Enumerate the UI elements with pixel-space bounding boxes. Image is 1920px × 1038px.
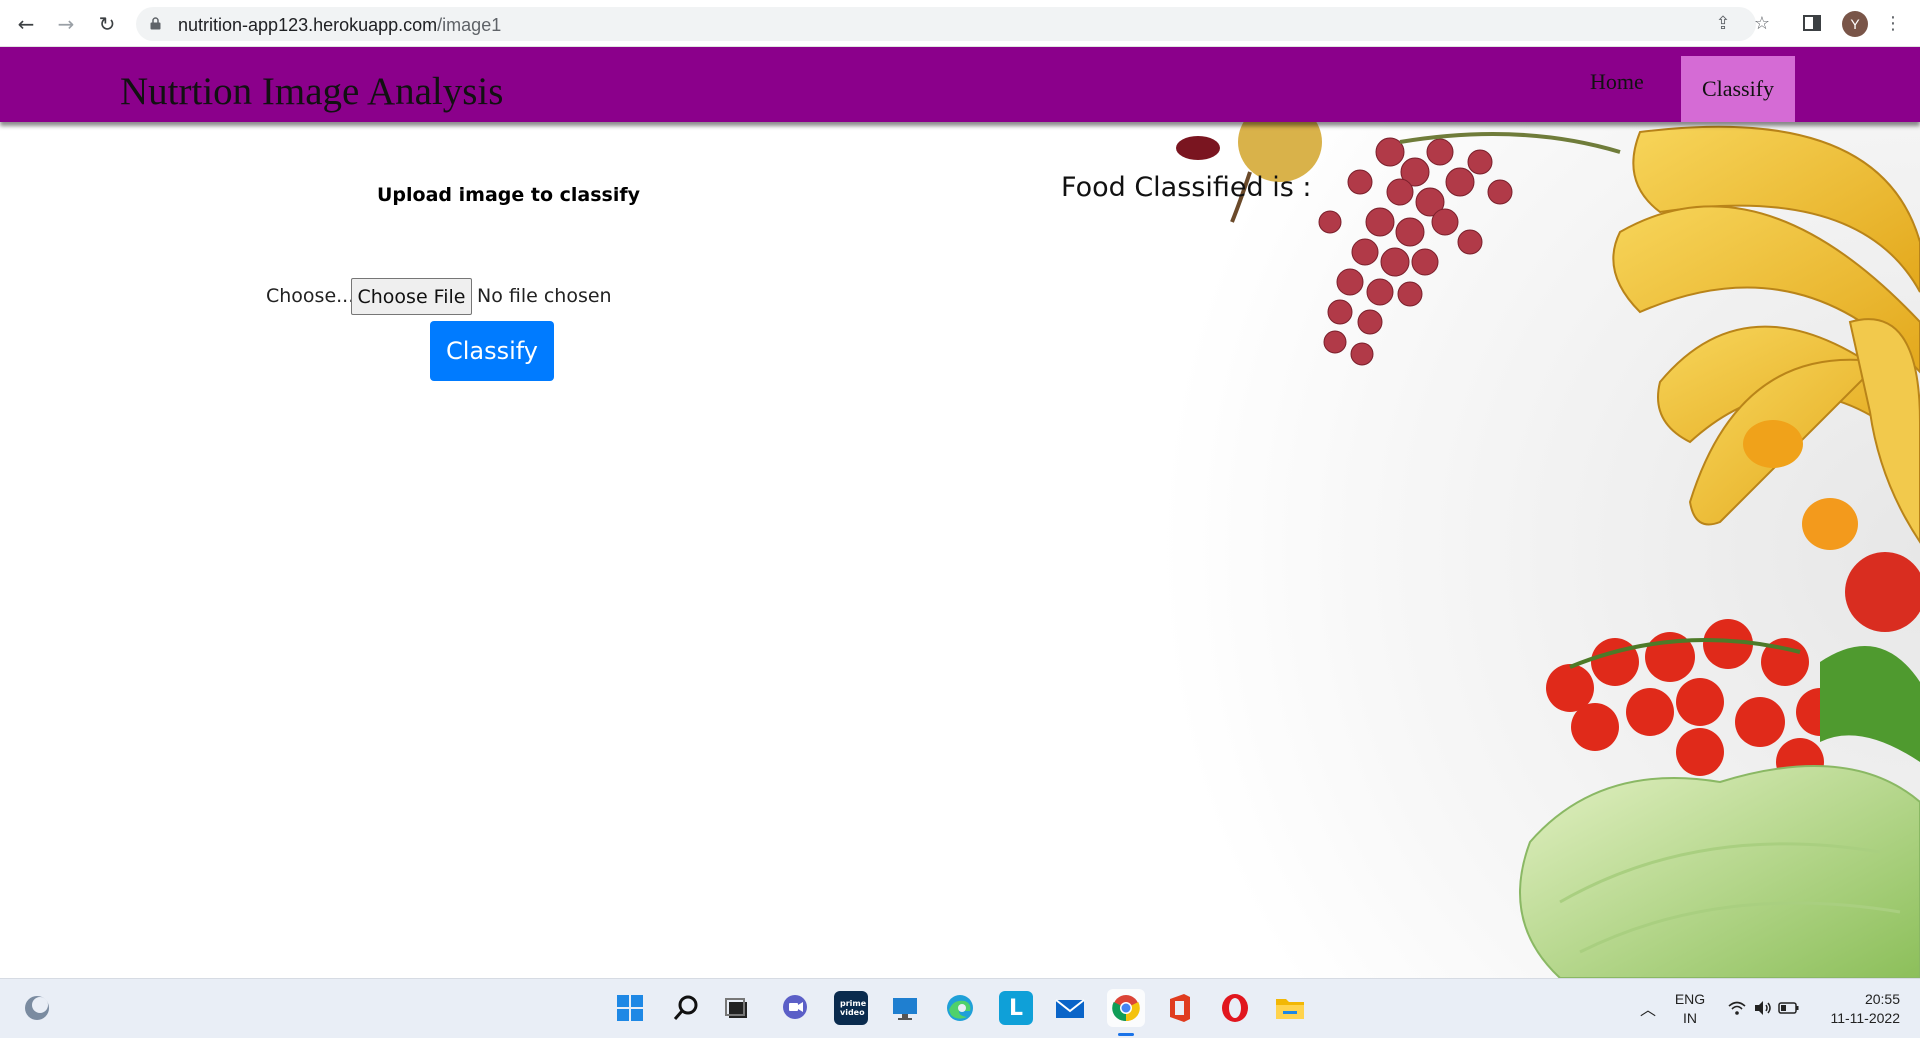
opera-icon[interactable]	[1218, 991, 1252, 1025]
clock[interactable]: 20:55 11-11-2022	[1820, 991, 1900, 1026]
main-content: Upload image to classify Choose... Choos…	[0, 122, 1920, 978]
nav-link-home[interactable]: Home	[1590, 69, 1644, 95]
remote-desktop-icon[interactable]	[888, 991, 922, 1025]
windows-taskbar: prime video L ︿ ENG IN 20:55 11-11-2022	[0, 978, 1920, 1038]
fruit-vegetable-background-image	[1000, 122, 1920, 978]
widgets-icon[interactable]	[20, 991, 54, 1025]
language-indicator[interactable]: ENG IN	[1670, 991, 1710, 1026]
language-code: ENG	[1674, 991, 1706, 1007]
back-arrow-icon[interactable]: ←	[12, 10, 40, 38]
volume-icon[interactable]	[1752, 997, 1774, 1019]
l-app-text: L	[1008, 995, 1024, 1021]
start-icon[interactable]	[613, 991, 647, 1025]
region-code: IN	[1683, 1010, 1697, 1026]
prime-video-text: prime video	[840, 999, 867, 1017]
reload-icon[interactable]: ↻	[93, 10, 121, 38]
file-explorer-icon[interactable]	[1273, 991, 1307, 1025]
battery-icon[interactable]	[1778, 997, 1800, 1019]
l-app-icon[interactable]: L	[999, 991, 1033, 1025]
chrome-active-indicator	[1118, 1033, 1134, 1036]
teams-chat-icon[interactable]	[778, 991, 812, 1025]
url-text: nutrition-app123.herokuapp.com/image1	[178, 15, 502, 35]
result-heading: Food Classified is :	[1061, 172, 1312, 203]
upload-heading: Upload image to classify	[377, 184, 640, 206]
share-icon[interactable]: ⇪	[1712, 12, 1734, 34]
task-view-icon[interactable]	[720, 991, 754, 1025]
lock-icon	[150, 17, 161, 30]
nav-link-classify-label: Classify	[1701, 76, 1775, 101]
file-status-text: No file chosen	[477, 285, 612, 307]
edge-icon[interactable]	[943, 991, 977, 1025]
side-panel-icon[interactable]	[1801, 12, 1823, 34]
site-navbar: Nutrtion Image Analysis Home Classify	[0, 47, 1920, 122]
mail-icon[interactable]	[1053, 991, 1087, 1025]
clock-time: 20:55	[1864, 991, 1900, 1007]
menu-kebab-icon[interactable]: ⋮	[1882, 12, 1904, 34]
address-bar[interactable]: nutrition-app123.herokuapp.com/image1	[136, 7, 1756, 41]
nav-link-classify[interactable]: Classify	[1681, 56, 1795, 122]
wifi-icon[interactable]	[1726, 997, 1748, 1019]
choose-label: Choose...	[266, 285, 355, 307]
office-icon[interactable]	[1163, 991, 1197, 1025]
forward-arrow-icon[interactable]: →	[52, 10, 80, 38]
browser-toolbar: ← → ↻ nutrition-app123.herokuapp.com/ima…	[0, 0, 1920, 47]
choose-file-button[interactable]: Choose File	[351, 278, 472, 315]
show-hidden-icons-chevron-icon[interactable]: ︿	[1637, 997, 1659, 1019]
bookmark-star-icon[interactable]: ☆	[1751, 12, 1773, 34]
site-brand[interactable]: Nutrtion Image Analysis	[120, 69, 503, 114]
profile-avatar[interactable]: Y	[1842, 11, 1868, 37]
chrome-icon[interactable]	[1107, 989, 1145, 1027]
clock-date: 11-11-2022	[1830, 1010, 1900, 1026]
classify-submit-button[interactable]: Classify	[430, 321, 554, 381]
prime-video-icon[interactable]: prime video	[834, 991, 868, 1025]
search-icon[interactable]	[669, 991, 703, 1025]
